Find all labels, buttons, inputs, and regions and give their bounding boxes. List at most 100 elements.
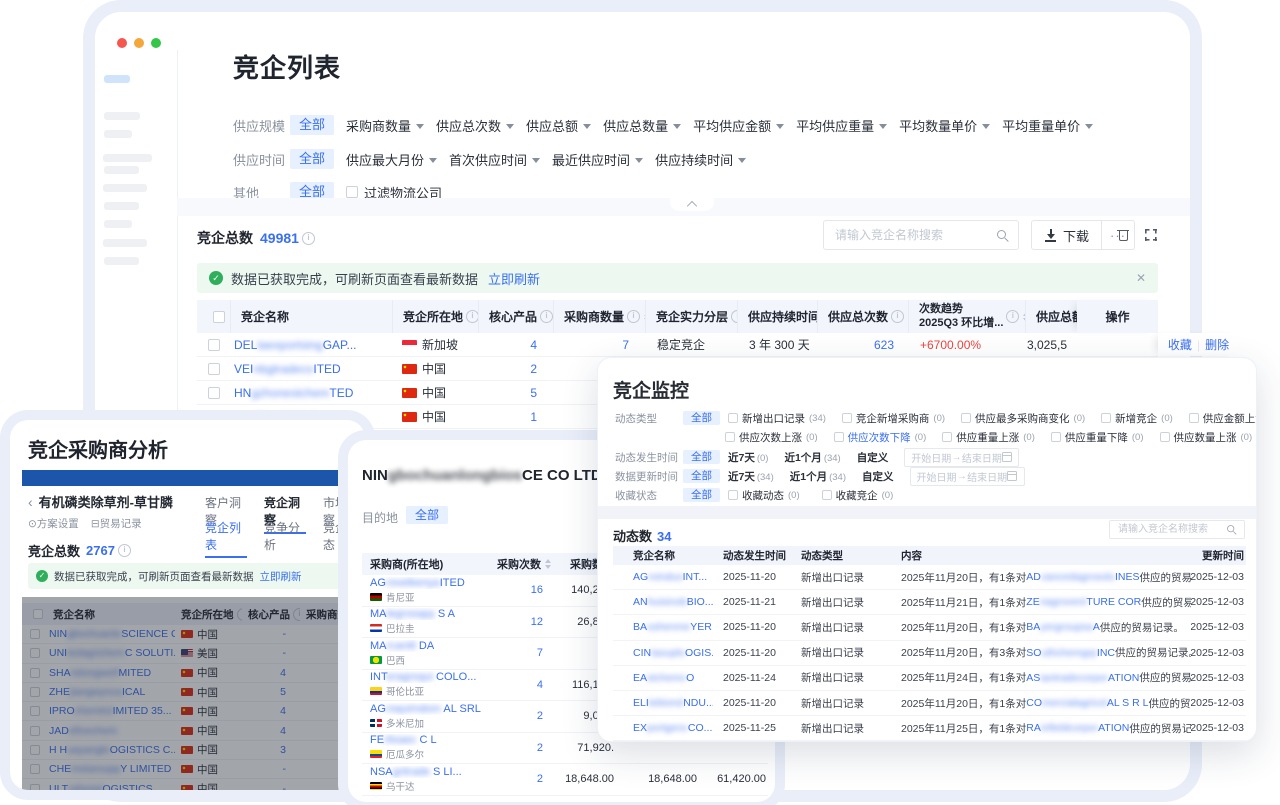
sidebar-item[interactable] [104,202,139,210]
purchase-times[interactable]: 7 [492,638,555,669]
checkbox-icon[interactable] [725,432,735,442]
trash-icon[interactable] [1117,228,1129,241]
type-option[interactable]: 新增竞企(0) [1101,411,1173,426]
favorite-option[interactable]: 收藏竞企(0) [822,488,894,503]
favorite-button[interactable]: 收藏 [1168,336,1192,353]
buyer-name-link[interactable]: MArcantil DA [370,640,434,652]
table-row[interactable]: ELItebiond NDU... 2025-11-20 新增出口记录 2025… [613,691,1246,716]
company-name-link[interactable]: EAstchemc O [613,666,713,690]
table-row[interactable]: NSAgritrade S LI... 乌干达 2 18,648.00 18,6… [362,764,768,796]
info-icon[interactable] [540,310,553,323]
buyer-name-link[interactable]: AGroquimdom AL SRL [370,703,481,715]
filter-dropdown[interactable]: 采购商数量 [346,116,424,135]
subtab-competition-analysis[interactable]: 竞争分析 [264,519,306,558]
buyer-name-link[interactable]: AGrovetkenyaITED [370,577,465,589]
sidebar-item[interactable] [104,220,132,228]
row-checkbox[interactable] [197,381,230,404]
col-purchase-times[interactable]: 采购次数 [492,553,555,575]
close-icon[interactable]: ✕ [1136,271,1146,285]
filter-dropdown[interactable]: 平均供应金额 [693,116,784,135]
checkbox-icon[interactable] [961,413,971,423]
company-name-link[interactable]: DELtaexportsingGAP... [230,333,392,356]
collapse-filters-button[interactable] [670,198,714,211]
plan-settings-link[interactable]: ⊙方案设置 [28,516,79,531]
filter-all-badge[interactable]: 全部 [683,469,720,484]
purchase-times[interactable]: 12 [492,607,555,638]
window-traffic-lights[interactable] [117,38,161,48]
last-month-option[interactable]: 近1个月(34) [784,450,840,465]
last-month-option[interactable]: 近1个月(34) [790,469,846,484]
checkbox-icon[interactable] [1189,413,1199,423]
delete-button[interactable]: 删除 [1205,336,1229,353]
checkbox-icon[interactable] [1101,413,1111,423]
company-name-link[interactable]: EXportgenc CO... [613,716,713,740]
date-range-picker[interactable]: 开始日期→结束日期 [904,448,1019,467]
table-row[interactable]: ANhuisinob BIO... 2025-11-21 新增出口记录 2025… [613,590,1246,615]
purchase-times[interactable]: 2 [492,701,555,732]
checkbox-icon[interactable] [822,490,832,500]
filter-dropdown[interactable]: 供应总次数 [436,116,514,135]
checkbox-icon[interactable] [834,432,844,442]
table-row[interactable]: DELtaexportsingGAP... 新加坡 4 7 稳定竞企 3 年 3… [197,333,1158,357]
close-window-icon[interactable] [117,38,127,48]
back-icon[interactable]: ‹ [28,494,33,510]
filter-all-badge[interactable]: 全部 [290,149,334,169]
type-option[interactable]: 竞企新增采购商(0) [842,411,945,426]
filter-all-badge[interactable]: 全部 [290,115,334,135]
sidebar-item[interactable] [104,257,139,265]
type-option[interactable]: 供应次数上涨(0) [725,430,818,445]
search-icon[interactable] [996,229,1009,242]
col-buyer-count[interactable]: 采购商数量 [553,300,645,333]
checkbox-icon[interactable] [1160,432,1170,442]
col-supply-times[interactable]: 供应总次数 [817,300,908,333]
checkbox-icon[interactable] [1051,432,1061,442]
core-product-count[interactable]: 5 [478,381,553,404]
core-product-count[interactable]: 2 [478,357,553,380]
select-all-cell[interactable] [197,300,230,333]
filter-dropdown[interactable]: 平均数量单价 [899,116,990,135]
checkbox-icon[interactable] [842,413,852,423]
table-row[interactable]: AGroindus INT... 2025-11-20 新增出口记录 2025年… [613,565,1246,590]
type-option[interactable]: 供应最多采购商变化(0) [961,411,1085,426]
company-name-link[interactable]: ANhuisinob BIO... [613,590,713,614]
download-button[interactable]: 下载 [1032,221,1101,249]
sidebar-item[interactable] [103,154,152,162]
col-trend[interactable]: 次数趋势2025Q3 环比增... [908,300,1025,333]
filter-dropdown[interactable]: 供应最大月份 [346,150,437,169]
sidebar-item-active[interactable] [104,75,130,83]
checkbox-icon[interactable] [728,413,738,423]
filter-dropdown[interactable]: 供应总数量 [603,116,681,135]
checkbox-icon[interactable] [208,387,220,399]
table-row[interactable]: BAoshenme YER ... 2025-11-20 新增出口记录 2025… [613,615,1246,640]
sidebar-item[interactable] [104,166,139,174]
filter-all-badge[interactable]: 全部 [406,506,448,524]
filter-dropdown[interactable]: 平均重量单价 [1002,116,1093,135]
type-option[interactable]: 新增出口记录(34) [728,411,826,426]
filter-dropdown[interactable]: 平均供应重量 [796,116,887,135]
checkbox-icon[interactable] [208,363,220,375]
type-option[interactable]: 供应金额上涨(0) [1189,411,1257,426]
custom-range-option[interactable]: 自定义 [862,469,894,484]
info-icon[interactable] [627,310,640,323]
info-icon[interactable] [891,310,904,323]
search-icon[interactable] [1226,524,1236,534]
filter-all-badge[interactable]: 全部 [683,488,720,503]
purchase-times[interactable]: 2 [492,733,555,764]
last-7-days-option[interactable]: 近7天(34) [728,469,774,484]
breadcrumb[interactable]: ‹ 有机磷类除草剂-草甘膦 [28,492,173,511]
type-option[interactable]: 供应数量上涨(0) [1160,430,1253,445]
buyer-name-link[interactable]: NSAgritrade S LI... [370,766,462,778]
custom-range-option[interactable]: 自定义 [857,450,889,465]
table-row[interactable]: CINtasuplo OGIS... 2025-11-20 新增出口记录 202… [613,641,1246,666]
filter-dropdown[interactable]: 供应持续时间 [655,150,746,169]
sidebar-item[interactable] [103,239,147,247]
table-row[interactable]: EAstchemc O 2025-11-24 新增出口记录 2025年11月24… [613,666,1246,691]
company-name-link[interactable]: HNgzhonestchemTED [230,381,392,404]
purchase-times[interactable]: 16 [492,575,555,606]
buyer-name-link[interactable]: INTeragroqui COLO... [370,671,476,683]
sidebar-item[interactable] [104,130,132,138]
purchase-times[interactable]: 4 [492,670,555,701]
refresh-now-link[interactable]: 立即刷新 [260,569,302,584]
search-input[interactable] [1116,523,1225,536]
filter-all-badge[interactable]: 全部 [683,411,720,426]
